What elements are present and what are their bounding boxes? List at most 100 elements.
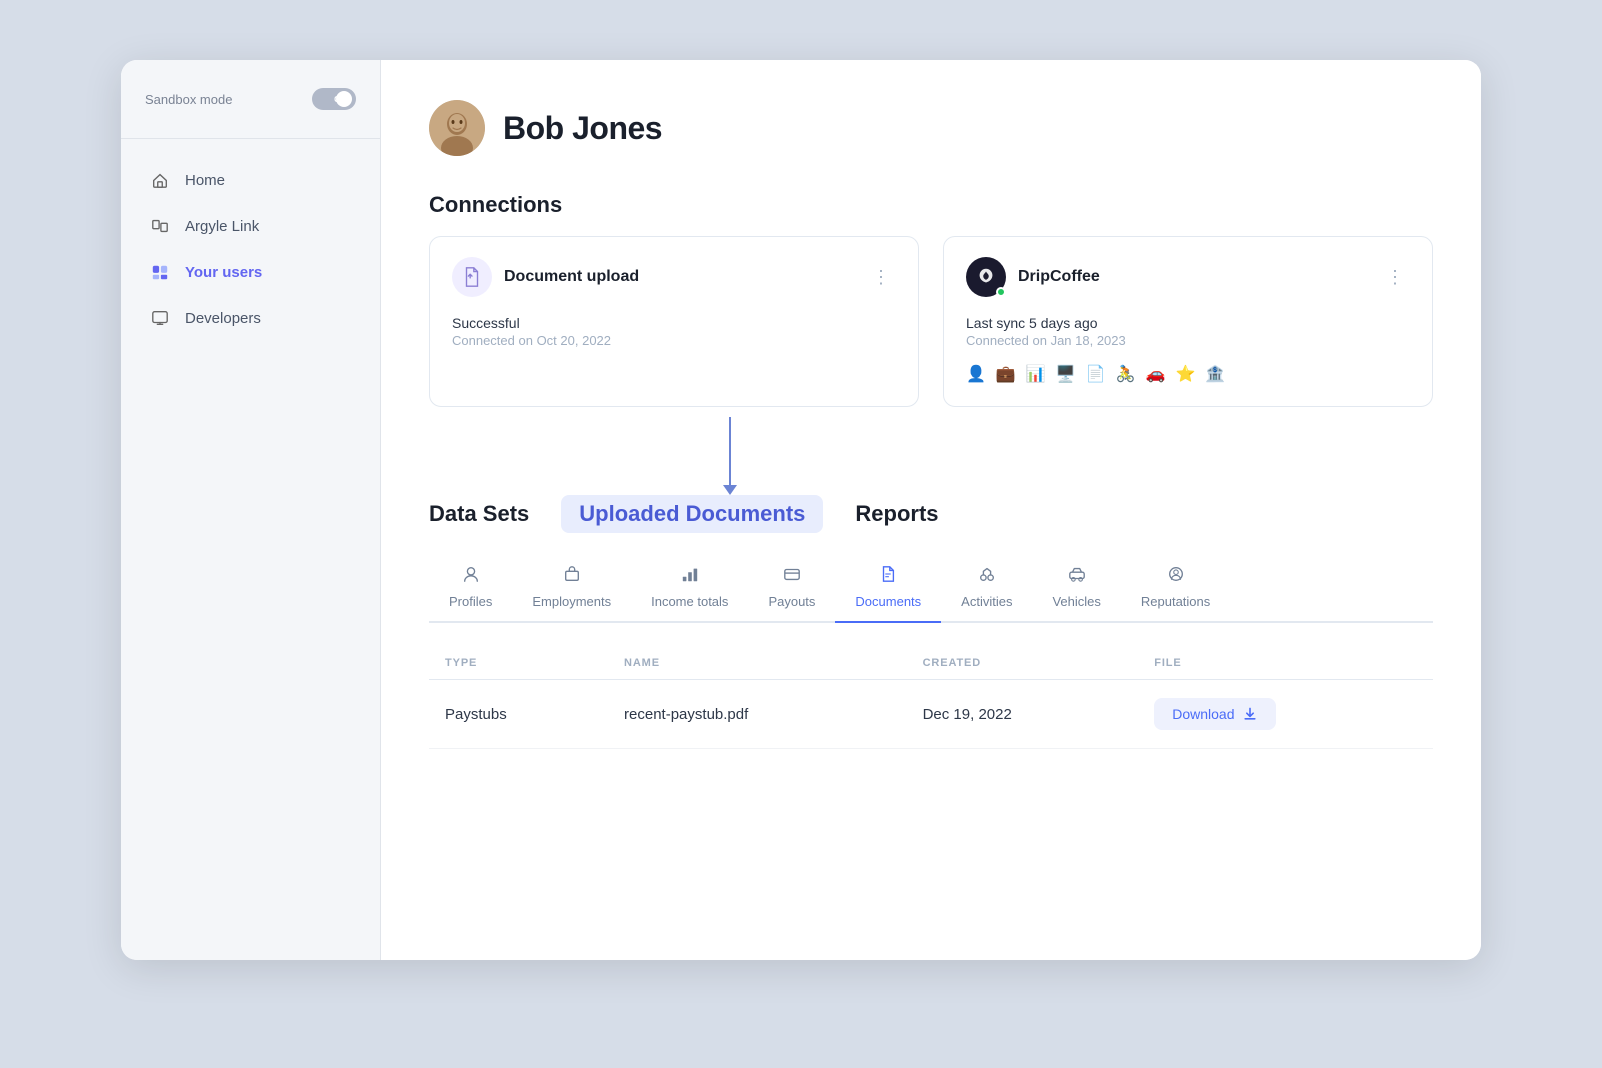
data-sets-tab[interactable]: Data Sets — [429, 497, 529, 531]
user-header: Bob Jones — [429, 100, 1433, 156]
connection-card-dripcoffee: DripCoffee ⋮ Last sync 5 days ago Connec… — [943, 236, 1433, 407]
sub-tab-documents[interactable]: Documents — [835, 557, 941, 623]
dripcoffee-title-row: DripCoffee — [966, 257, 1100, 297]
reports-tab[interactable]: Reports — [855, 497, 938, 531]
user-name-title: Bob Jones — [503, 110, 662, 147]
dripcoffee-data-icons: 👤 💼 📊 🖥️ 📄 🚴 🚗 ⭐ 🏦 — [966, 364, 1410, 384]
sub-tab-employments[interactable]: Employments — [512, 557, 631, 623]
sub-tab-vehicles[interactable]: Vehicles — [1032, 557, 1120, 623]
dripcoffee-menu[interactable]: ⋮ — [1380, 265, 1410, 290]
download-button[interactable]: Download — [1154, 698, 1276, 730]
reputations-icon — [1167, 565, 1185, 588]
doc-upload-title-row: Document upload — [452, 257, 639, 297]
star-data-icon: ⭐ — [1175, 364, 1195, 384]
table-header-row: TYPE NAME CREATED FILE — [429, 647, 1433, 680]
profiles-label: Profiles — [449, 594, 492, 609]
profile-data-icon: 👤 — [966, 364, 986, 384]
row-created: Dec 19, 2022 — [907, 680, 1139, 749]
monitor-data-icon: 🖥️ — [1056, 364, 1076, 384]
dripcoffee-icon-wrap — [966, 257, 1006, 297]
employments-label: Employments — [532, 594, 611, 609]
sidebar-nav: Home Argyle Link — [121, 157, 380, 341]
dripcoffee-status: Last sync 5 days ago — [966, 315, 1410, 331]
documents-label: Documents — [855, 594, 921, 609]
income-totals-label: Income totals — [651, 594, 728, 609]
reputations-label: Reputations — [1141, 594, 1210, 609]
sub-tabs: Profiles Employments Income totals Payou… — [429, 557, 1433, 623]
connections-section: Connections Doc — [429, 192, 1433, 407]
sandbox-label: Sandbox mode — [145, 92, 232, 107]
payouts-label: Payouts — [768, 594, 815, 609]
documents-icon — [879, 565, 897, 588]
table-row: Paystubs recent-paystub.pdf Dec 19, 2022… — [429, 680, 1433, 749]
row-file: Download — [1138, 680, 1433, 749]
download-label: Download — [1172, 706, 1234, 722]
sidebar-your-users-label: Your users — [185, 264, 262, 281]
sidebar: Sandbox mode OFF Home — [121, 60, 381, 960]
data-sets-row: Data Sets Uploaded Documents Reports — [429, 487, 1433, 533]
income-totals-icon — [681, 565, 699, 588]
sidebar-item-developers[interactable]: Developers — [121, 295, 380, 341]
main-content: Bob Jones Connections — [381, 60, 1481, 960]
home-icon — [149, 169, 171, 191]
briefcase-data-icon: 💼 — [996, 364, 1016, 384]
dripcoffee-name: DripCoffee — [1018, 268, 1100, 286]
developers-icon — [149, 307, 171, 329]
profiles-icon — [462, 565, 480, 588]
vertical-arrow — [729, 417, 731, 487]
col-file: FILE — [1138, 647, 1433, 680]
employments-icon — [563, 565, 581, 588]
sandbox-mode-row: Sandbox mode OFF — [121, 88, 380, 139]
arrow-container — [429, 417, 1433, 487]
sub-tab-payouts[interactable]: Payouts — [748, 557, 835, 623]
sub-tab-activities[interactable]: Activities — [941, 557, 1032, 623]
dripcoffee-date: Connected on Jan 18, 2023 — [966, 333, 1410, 348]
chart-data-icon: 📊 — [1026, 364, 1046, 384]
row-type: Paystubs — [429, 680, 608, 749]
sidebar-item-your-users[interactable]: Your users — [121, 249, 380, 295]
bike-data-icon: 🚴 — [1116, 364, 1136, 384]
document-data-icon: 📄 — [1086, 364, 1106, 384]
download-icon — [1242, 706, 1258, 722]
table-head: TYPE NAME CREATED FILE — [429, 647, 1433, 680]
your-users-icon — [149, 261, 171, 283]
doc-upload-date: Connected on Oct 20, 2022 — [452, 333, 896, 348]
doc-upload-menu[interactable]: ⋮ — [866, 265, 896, 290]
avatar — [429, 100, 485, 156]
connection-card-doc-upload: Document upload ⋮ Successful Connected o… — [429, 236, 919, 407]
argyle-link-icon — [149, 215, 171, 237]
doc-upload-icon — [452, 257, 492, 297]
toggle-off-label: OFF — [334, 95, 351, 104]
payouts-icon — [783, 565, 801, 588]
sidebar-developers-label: Developers — [185, 310, 261, 327]
doc-upload-status: Successful — [452, 315, 896, 331]
dripcoffee-header: DripCoffee ⋮ — [966, 257, 1410, 297]
row-name: recent-paystub.pdf — [608, 680, 907, 749]
sub-tab-reputations[interactable]: Reputations — [1121, 557, 1230, 623]
sub-tab-income-totals[interactable]: Income totals — [631, 557, 748, 623]
doc-upload-name: Document upload — [504, 268, 639, 286]
col-created: CREATED — [907, 647, 1139, 680]
bank-data-icon: 🏦 — [1205, 364, 1225, 384]
vehicles-icon — [1068, 565, 1086, 588]
connections-title: Connections — [429, 192, 1433, 218]
uploaded-documents-tab[interactable]: Uploaded Documents — [561, 495, 823, 533]
doc-upload-header: Document upload ⋮ — [452, 257, 896, 297]
connections-grid: Document upload ⋮ Successful Connected o… — [429, 236, 1433, 407]
table-body: Paystubs recent-paystub.pdf Dec 19, 2022… — [429, 680, 1433, 749]
car-data-icon: 🚗 — [1146, 364, 1166, 384]
sidebar-item-argyle-link[interactable]: Argyle Link — [121, 203, 380, 249]
activities-label: Activities — [961, 594, 1012, 609]
app-container: Sandbox mode OFF Home — [121, 60, 1481, 960]
documents-table: TYPE NAME CREATED FILE Paystubs recent-p… — [429, 647, 1433, 749]
online-indicator — [996, 287, 1006, 297]
col-type: TYPE — [429, 647, 608, 680]
sidebar-argyle-label: Argyle Link — [185, 218, 259, 235]
activities-icon — [978, 565, 996, 588]
sidebar-item-home[interactable]: Home — [121, 157, 380, 203]
sidebar-home-label: Home — [185, 172, 225, 189]
sub-tab-profiles[interactable]: Profiles — [429, 557, 512, 623]
sandbox-toggle[interactable]: OFF — [312, 88, 356, 110]
vehicles-label: Vehicles — [1052, 594, 1100, 609]
col-name: NAME — [608, 647, 907, 680]
